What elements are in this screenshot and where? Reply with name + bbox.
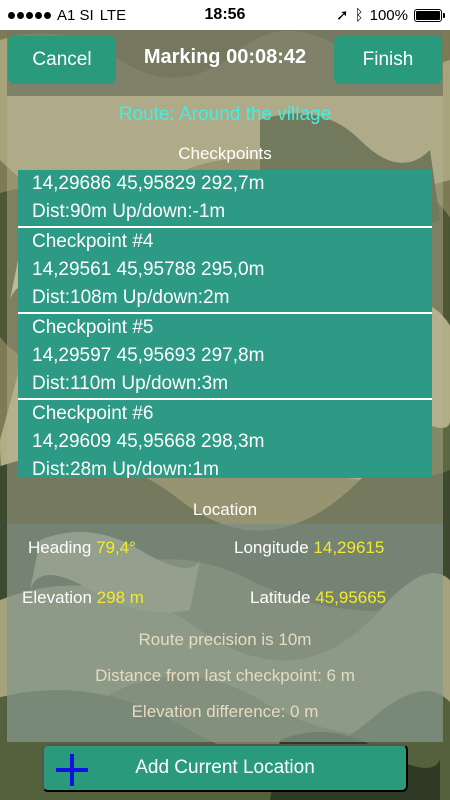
checkpoint-dist: Dist:28m Up/down:1m bbox=[32, 459, 219, 478]
checkpoints-label: Checkpoints bbox=[178, 144, 272, 163]
longitude-readout: Longitude 14,29615 bbox=[234, 538, 384, 558]
plus-icon bbox=[56, 754, 88, 786]
checkpoint-name: Checkpoint #4 bbox=[32, 231, 154, 252]
elevation-difference-text: Elevation difference: 0 m bbox=[131, 702, 319, 721]
checkpoint-coords: 14,29597 45,95693 297,8m bbox=[32, 345, 265, 366]
add-current-location-button[interactable]: Add Current Location bbox=[42, 744, 408, 792]
distance-last-checkpoint-text: Distance from last checkpoint: 6 m bbox=[95, 666, 355, 685]
cancel-button[interactable]: Cancel bbox=[8, 36, 116, 84]
battery-icon bbox=[414, 8, 445, 22]
checkpoint-dist: Dist:108m Up/down:2m bbox=[32, 287, 230, 308]
checkpoint-coords: 14,29686 45,95829 292,7m bbox=[32, 173, 265, 194]
latitude-readout: Latitude 45,95665 bbox=[250, 588, 386, 608]
location-label: Location bbox=[192, 500, 258, 519]
location-arrow-icon: ➚ bbox=[336, 7, 349, 24]
list-item[interactable]: Checkpoint #6 14,29609 45,95668 298,3m D… bbox=[18, 400, 432, 478]
longitude-value: 14,29615 bbox=[313, 538, 385, 557]
finish-button[interactable]: Finish bbox=[334, 36, 442, 84]
list-item[interactable]: Checkpoint #4 14,29561 45,95788 295,0m D… bbox=[18, 228, 432, 314]
bluetooth-icon: ᛒ bbox=[354, 6, 364, 24]
checkpoint-list[interactable]: 14,29686 45,95829 292,7m Dist:90m Up/dow… bbox=[18, 170, 432, 478]
checkpoint-dist: Dist:90m Up/down:-1m bbox=[32, 201, 226, 222]
elevation-readout: Elevation 298 m bbox=[22, 588, 144, 608]
status-right: ➚ ᛒ 100% bbox=[336, 6, 445, 24]
heading-value: 79,4° bbox=[96, 538, 136, 557]
battery-percent: 100% bbox=[369, 6, 408, 24]
route-precision-text: Route precision is 10m bbox=[138, 630, 312, 649]
checkpoint-coords: 14,29609 45,95668 298,3m bbox=[32, 431, 265, 452]
add-current-location-label: Add Current Location bbox=[135, 757, 315, 778]
latitude-value: 45,95665 bbox=[315, 588, 387, 607]
list-item[interactable]: Checkpoint #5 14,29597 45,95693 297,8m D… bbox=[18, 314, 432, 400]
elevation-value: 298 m bbox=[96, 588, 144, 607]
checkpoint-dist: Dist:110m Up/down:3m bbox=[32, 373, 229, 394]
status-bar: A1 SI LTE 18:56 ➚ ᛒ 100% bbox=[0, 0, 450, 30]
heading-label: Heading bbox=[28, 538, 92, 557]
elevation-label: Elevation bbox=[22, 588, 92, 607]
longitude-label: Longitude bbox=[234, 538, 309, 557]
checkpoint-name: Checkpoint #5 bbox=[32, 317, 154, 338]
checkpoint-coords: 14,29561 45,95788 295,0m bbox=[32, 259, 265, 280]
list-item[interactable]: 14,29686 45,95829 292,7m Dist:90m Up/dow… bbox=[18, 170, 432, 228]
heading-readout: Heading 79,4° bbox=[28, 538, 136, 558]
page-title: Marking 00:08:42 bbox=[143, 46, 307, 68]
route-title: Route: Around the village bbox=[118, 104, 332, 125]
latitude-label: Latitude bbox=[250, 588, 311, 607]
checkpoint-name: Checkpoint #6 bbox=[32, 403, 154, 424]
